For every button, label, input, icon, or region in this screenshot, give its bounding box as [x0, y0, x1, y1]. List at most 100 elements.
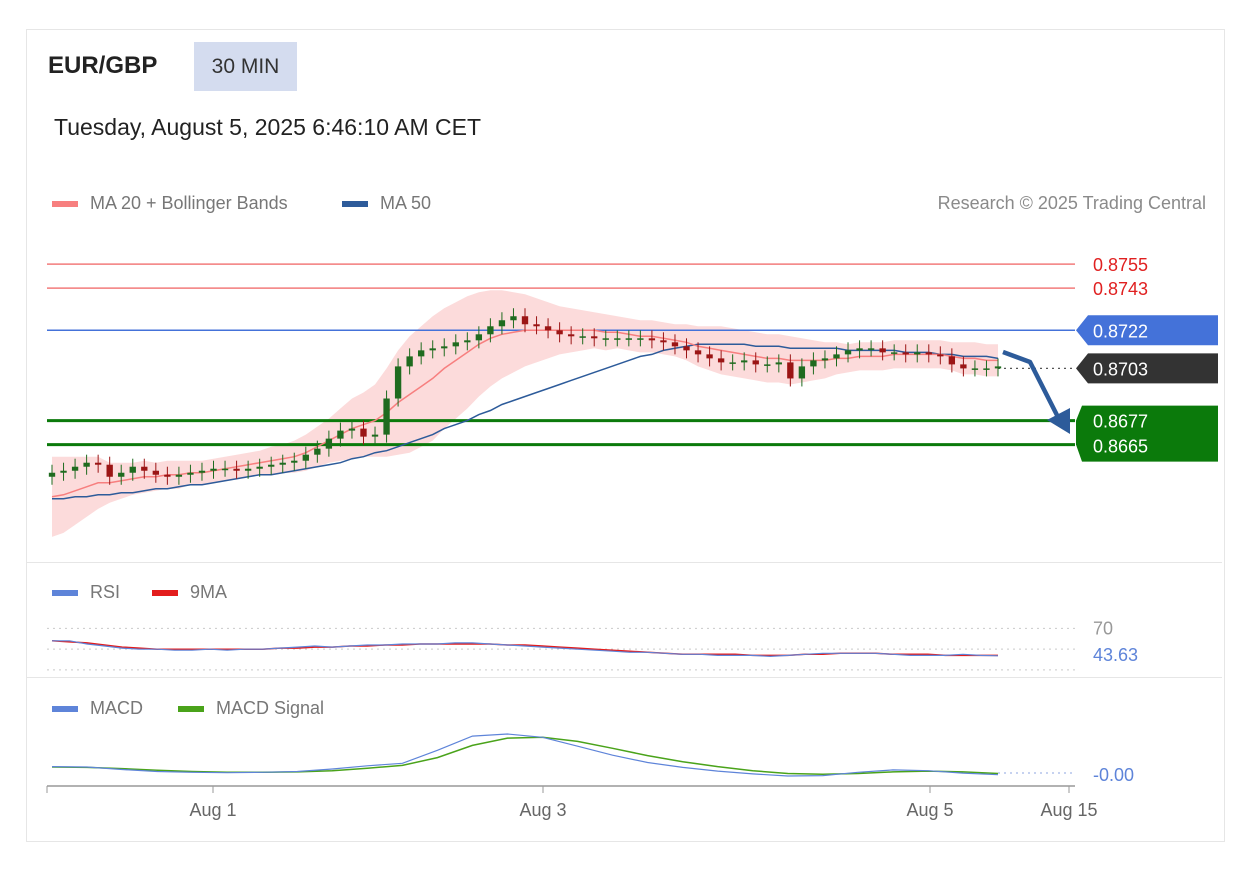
- candle-body: [71, 466, 79, 471]
- candle-body: [660, 340, 667, 343]
- candle-body: [60, 470, 67, 473]
- candle-body: [810, 360, 817, 367]
- rsi-last-label: 43.63: [1093, 645, 1138, 665]
- candle-body: [821, 358, 829, 361]
- candle-body: [925, 352, 932, 355]
- candle-body: [279, 462, 286, 465]
- candle-body: [914, 352, 921, 355]
- candle-body: [741, 360, 748, 363]
- x-tick-label: Aug 1: [189, 800, 236, 820]
- candle-body: [164, 474, 171, 477]
- candle-body: [856, 348, 863, 351]
- candle-body: [360, 428, 367, 437]
- candle-body: [152, 470, 160, 475]
- candle-body: [394, 366, 402, 399]
- candle-body: [406, 356, 413, 367]
- candle-body: [694, 350, 702, 355]
- candle-body: [579, 336, 586, 338]
- candle-body: [452, 342, 459, 347]
- candle-body: [325, 438, 333, 449]
- candle-body: [798, 366, 806, 379]
- candle-body: [337, 430, 344, 439]
- candle-body: [533, 324, 540, 327]
- candle-body: [567, 334, 575, 337]
- candle-body: [175, 474, 183, 477]
- candle-body: [256, 466, 263, 469]
- level-label-support: 0.8665: [1093, 437, 1148, 457]
- level-label-support: 0.8677: [1093, 412, 1148, 432]
- candle-body: [625, 338, 633, 340]
- x-tick-label: Aug 15: [1040, 800, 1097, 820]
- projection-arrowhead: [1047, 408, 1070, 434]
- candle-body: [348, 428, 356, 431]
- candle-body: [717, 358, 725, 363]
- candle-body: [971, 368, 979, 370]
- candle-body: [867, 348, 875, 350]
- candle-body: [268, 464, 275, 467]
- candle-body: [637, 338, 644, 340]
- macd-line: [51, 733, 999, 777]
- candle-body: [221, 468, 229, 471]
- candle-body: [890, 352, 898, 354]
- candle-body: [464, 340, 471, 343]
- candle-body: [118, 472, 125, 477]
- candle-body: [994, 366, 1002, 369]
- candle-body: [291, 460, 298, 463]
- candle-body: [487, 326, 494, 335]
- x-tick-label: Aug 5: [906, 800, 953, 820]
- candle-body: [775, 362, 782, 365]
- candle-body: [948, 356, 956, 365]
- candle-body: [83, 462, 90, 467]
- candle-body: [764, 364, 771, 366]
- candle-body: [371, 434, 379, 437]
- candle-body: [591, 336, 598, 339]
- candle-body: [844, 350, 852, 355]
- candle-body: [671, 342, 679, 347]
- candle-body: [141, 466, 148, 471]
- candle-body: [833, 354, 840, 359]
- candle-body: [383, 398, 390, 435]
- level-label-resistance: 0.8743: [1093, 279, 1148, 299]
- candle-body: [244, 468, 252, 471]
- rsi-ref-label: 70: [1093, 618, 1113, 638]
- last-price-label: 0.8703: [1093, 359, 1148, 379]
- candle-body: [937, 354, 944, 357]
- candle-body: [544, 326, 552, 331]
- candle-body: [521, 316, 529, 325]
- candle-body: [106, 464, 113, 477]
- candle-body: [752, 360, 759, 365]
- candle-body: [498, 320, 506, 327]
- candle-body: [187, 472, 194, 475]
- candle-body: [683, 346, 690, 351]
- candle-body: [729, 362, 736, 364]
- candle-body: [417, 350, 425, 357]
- candle-body: [983, 368, 990, 370]
- candle-body: [787, 362, 794, 379]
- candle-body: [960, 364, 967, 369]
- projection-arrow: [1002, 349, 1065, 427]
- candle-body: [556, 330, 563, 335]
- candle-body: [602, 338, 609, 340]
- candle-body: [198, 470, 206, 473]
- candle-body: [614, 338, 621, 340]
- candle-body: [429, 348, 436, 351]
- candle-body: [706, 354, 713, 359]
- candle-body: [510, 316, 517, 321]
- candle-body: [302, 454, 309, 461]
- candle-body: [648, 338, 656, 341]
- macd-signal-line: [51, 736, 999, 776]
- candle-body: [233, 468, 240, 471]
- macd-last-label: -0.00: [1093, 765, 1134, 785]
- level-label-pivot: 0.8722: [1093, 321, 1148, 341]
- candle-body: [129, 466, 136, 473]
- candle-body: [441, 346, 448, 349]
- candle-body: [902, 352, 909, 355]
- candle-body: [475, 334, 483, 341]
- x-tick-label: Aug 3: [519, 800, 566, 820]
- candle-body: [314, 448, 321, 455]
- level-label-resistance: 0.8755: [1093, 255, 1148, 275]
- candle-body: [48, 472, 56, 477]
- candle-body: [210, 468, 217, 471]
- candle-body: [94, 462, 102, 465]
- chart-canvas: 0.8755 0.8743 0.8722 0.8677 0.8665 0.8703 70 43…: [46, 255, 1218, 820]
